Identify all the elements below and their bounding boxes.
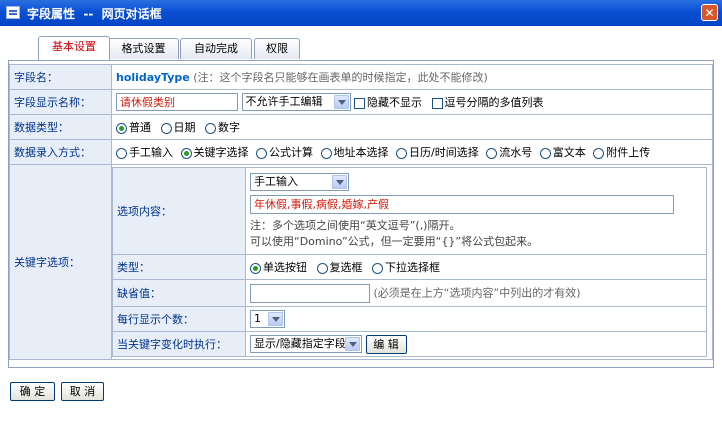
input-mode-option: 公式计算 [269, 146, 313, 159]
choices-label: 选项内容： [112, 167, 246, 255]
input-mode-option: 流水号 [499, 146, 533, 159]
edit-mode-select[interactable]: 不允许手工编辑 [241, 93, 351, 111]
input-mode-option: 附件上传 [606, 146, 651, 159]
row-data-type: 数据类型： 普通 日期 数字 [9, 114, 713, 140]
input-mode-radio-keyword[interactable] [180, 147, 192, 159]
tab-format-settings[interactable]: 格式设置 [108, 38, 179, 59]
tab-basic-settings[interactable]: 基本设置 [38, 36, 110, 60]
input-mode-radio-calendar[interactable] [396, 147, 407, 159]
data-type-radio-normal[interactable] [116, 122, 127, 134]
choices-source-select[interactable]: 手工输入 [250, 172, 349, 191]
on-change-value: 显示/隐藏指定字段 [254, 337, 346, 350]
data-type-label: 数据类型： [9, 114, 112, 140]
basic-settings-panel: 字段名： holidayType (注：这个字段名只能够在画表单的时候指定，此处… [8, 60, 714, 368]
ok-button[interactable]: 确 定 [10, 382, 55, 401]
input-mode-option: 富文本 [552, 146, 586, 159]
type-label: 类型： [112, 254, 246, 280]
choices-note-2: 可以使用“Domino”公式，但一定要用“{}”将公式包起来。 [250, 234, 539, 248]
multi-value-label: 逗号分隔的多值列表 [444, 96, 544, 109]
type-radio-checkbox[interactable] [316, 262, 328, 274]
multi-value-checkbox[interactable] [431, 97, 443, 109]
input-mode-radio-address-book[interactable] [320, 147, 332, 159]
choices-input[interactable] [250, 194, 674, 214]
cancel-button[interactable]: 取 消 [61, 382, 104, 401]
hide-label: 隐藏不显示 [367, 96, 422, 109]
tab-auto-complete[interactable]: 自动完成 [180, 38, 252, 59]
type-option: 复选框 [329, 261, 363, 274]
field-name-note: (注：这个字段名只能够在画表单的时候指定，此处不能修改) [193, 71, 488, 84]
default-value-input[interactable] [250, 283, 370, 303]
on-change-label: 当关键字变化时执行： [112, 331, 246, 357]
keyword-options-label: 关键字选项： [9, 164, 112, 360]
data-type-radio-number[interactable] [205, 122, 216, 134]
data-type-radio-date[interactable] [160, 122, 172, 134]
per-row-select[interactable]: 1 [250, 310, 285, 328]
row-field-name: 字段名： holidayType (注：这个字段名只能够在画表单的时候指定，此处… [9, 64, 713, 90]
title-bar: 字段属性 -- 网页对话框 ✕ [0, 0, 722, 26]
keyword-options-table: 选项内容： 手工输入 注：多个选项之间使用“英文逗号”(,)隔开。 可以使用“D… [112, 167, 707, 357]
choices-source-value: 手工输入 [254, 174, 298, 188]
hide-checkbox[interactable] [354, 97, 365, 109]
type-option: 下拉选择框 [385, 261, 440, 274]
type-radio-dropdown[interactable] [372, 262, 383, 274]
dialog-icon [6, 6, 20, 19]
input-mode-radio-formula[interactable] [256, 147, 267, 159]
type-radio-single[interactable] [250, 262, 261, 274]
display-name-label: 字段显示名称： [9, 89, 112, 115]
input-mode-radio-rich-text[interactable] [539, 147, 551, 159]
data-type-option: 普通 [129, 121, 151, 134]
input-mode-option: 关键字选择 [193, 146, 249, 159]
per-row-label: 每行显示个数： [112, 306, 246, 332]
edit-mode-value: 不允许手工编辑 [245, 95, 323, 108]
input-mode-option: 日历/时间选择 [409, 146, 479, 159]
field-properties-table: 字段名： holidayType (注：这个字段名只能够在画表单的时候指定，此处… [9, 64, 713, 360]
input-mode-option: 地址本选择 [333, 146, 389, 159]
row-input-mode: 数据录入方式： 手工输入 关键字选择 公式计算 地址本选择 日历/时间选择 流水… [9, 139, 713, 165]
type-option: 单选按钮 [263, 261, 307, 274]
close-button[interactable]: ✕ [701, 4, 718, 21]
default-value-note: (必须是在上方“选项内容”中列出的才有效) [373, 286, 581, 299]
row-display-name: 字段显示名称： 不允许手工编辑 隐藏不显示 逗号分隔的多值列表 [9, 89, 713, 115]
per-row-value: 1 [254, 312, 261, 325]
window-title: 字段属性 -- 网页对话框 [27, 7, 162, 21]
data-type-option: 数字 [218, 121, 240, 134]
field-name-label: 字段名： [9, 64, 112, 90]
input-mode-option: 手工输入 [129, 146, 173, 159]
input-mode-radio-manual[interactable] [116, 147, 127, 159]
on-change-select[interactable]: 显示/隐藏指定字段 [250, 335, 362, 353]
chevron-down-icon [268, 312, 283, 326]
chevron-down-icon [333, 95, 349, 109]
data-type-option: 日期 [173, 121, 196, 134]
input-mode-radio-serial[interactable] [486, 147, 498, 159]
input-mode-radio-attachment[interactable] [593, 147, 605, 159]
field-name-value: holidayType [116, 71, 190, 84]
choices-note-1: 注：多个选项之间使用“英文逗号”(,)隔开。 [250, 218, 461, 232]
row-keyword-options: 关键字选项： 选项内容： 手工输入 注：多个选项之间使用“英文逗号”(,)隔开。… [9, 164, 713, 360]
default-value-label: 缺省值： [112, 279, 246, 307]
input-mode-label: 数据录入方式： [9, 139, 112, 165]
tab-permissions[interactable]: 权限 [254, 38, 300, 59]
edit-action-button[interactable]: 编 辑 [365, 334, 407, 354]
chevron-down-icon [332, 174, 347, 189]
display-name-input[interactable] [116, 93, 238, 111]
chevron-down-icon [345, 337, 360, 351]
dialog-content: 基本设置 格式设置 自动完成 权限 字段名： holidayType (注：这个… [0, 26, 722, 444]
